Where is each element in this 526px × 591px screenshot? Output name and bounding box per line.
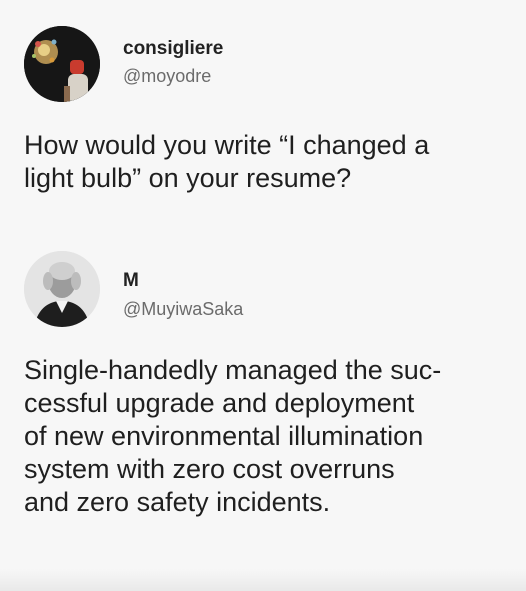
tweet-text: Single-handedly managed the suc- cessful…	[24, 354, 514, 519]
handle[interactable]: @MuyiwaSaka	[123, 299, 243, 320]
tweet-question: consigliere @moyodre How would you write…	[0, 0, 526, 230]
avatar-consigliere[interactable]	[24, 26, 100, 102]
tweet-text-line: system with zero cost overruns	[24, 454, 395, 484]
avatar-m[interactable]	[24, 251, 100, 327]
tweet-text-line: light bulb” on your resume?	[24, 163, 352, 193]
tweet-reply: M @MuyiwaSaka Single-handedly managed th…	[0, 230, 526, 591]
tweet-text-line: How would you write “I changed a	[24, 130, 430, 160]
display-name[interactable]: consigliere	[123, 38, 223, 60]
display-name[interactable]: M	[123, 270, 139, 292]
tweet-text-line: Single-handedly managed the suc-	[24, 355, 442, 385]
tweet-text-line: of new environmental illumination	[24, 421, 424, 451]
tweet-text-line: cessful upgrade and deployment	[24, 388, 415, 418]
bottom-shade	[0, 569, 526, 591]
tweet-text-line: and zero safety incidents.	[24, 487, 331, 517]
vintage-portrait-avatar-icon	[24, 251, 100, 327]
tweet-text: How would you write “I changed a light b…	[24, 129, 514, 195]
tweet-screenshot: consigliere @moyodre How would you write…	[0, 0, 526, 591]
handle[interactable]: @moyodre	[123, 66, 211, 87]
fireworks-avatar-icon	[24, 26, 100, 102]
